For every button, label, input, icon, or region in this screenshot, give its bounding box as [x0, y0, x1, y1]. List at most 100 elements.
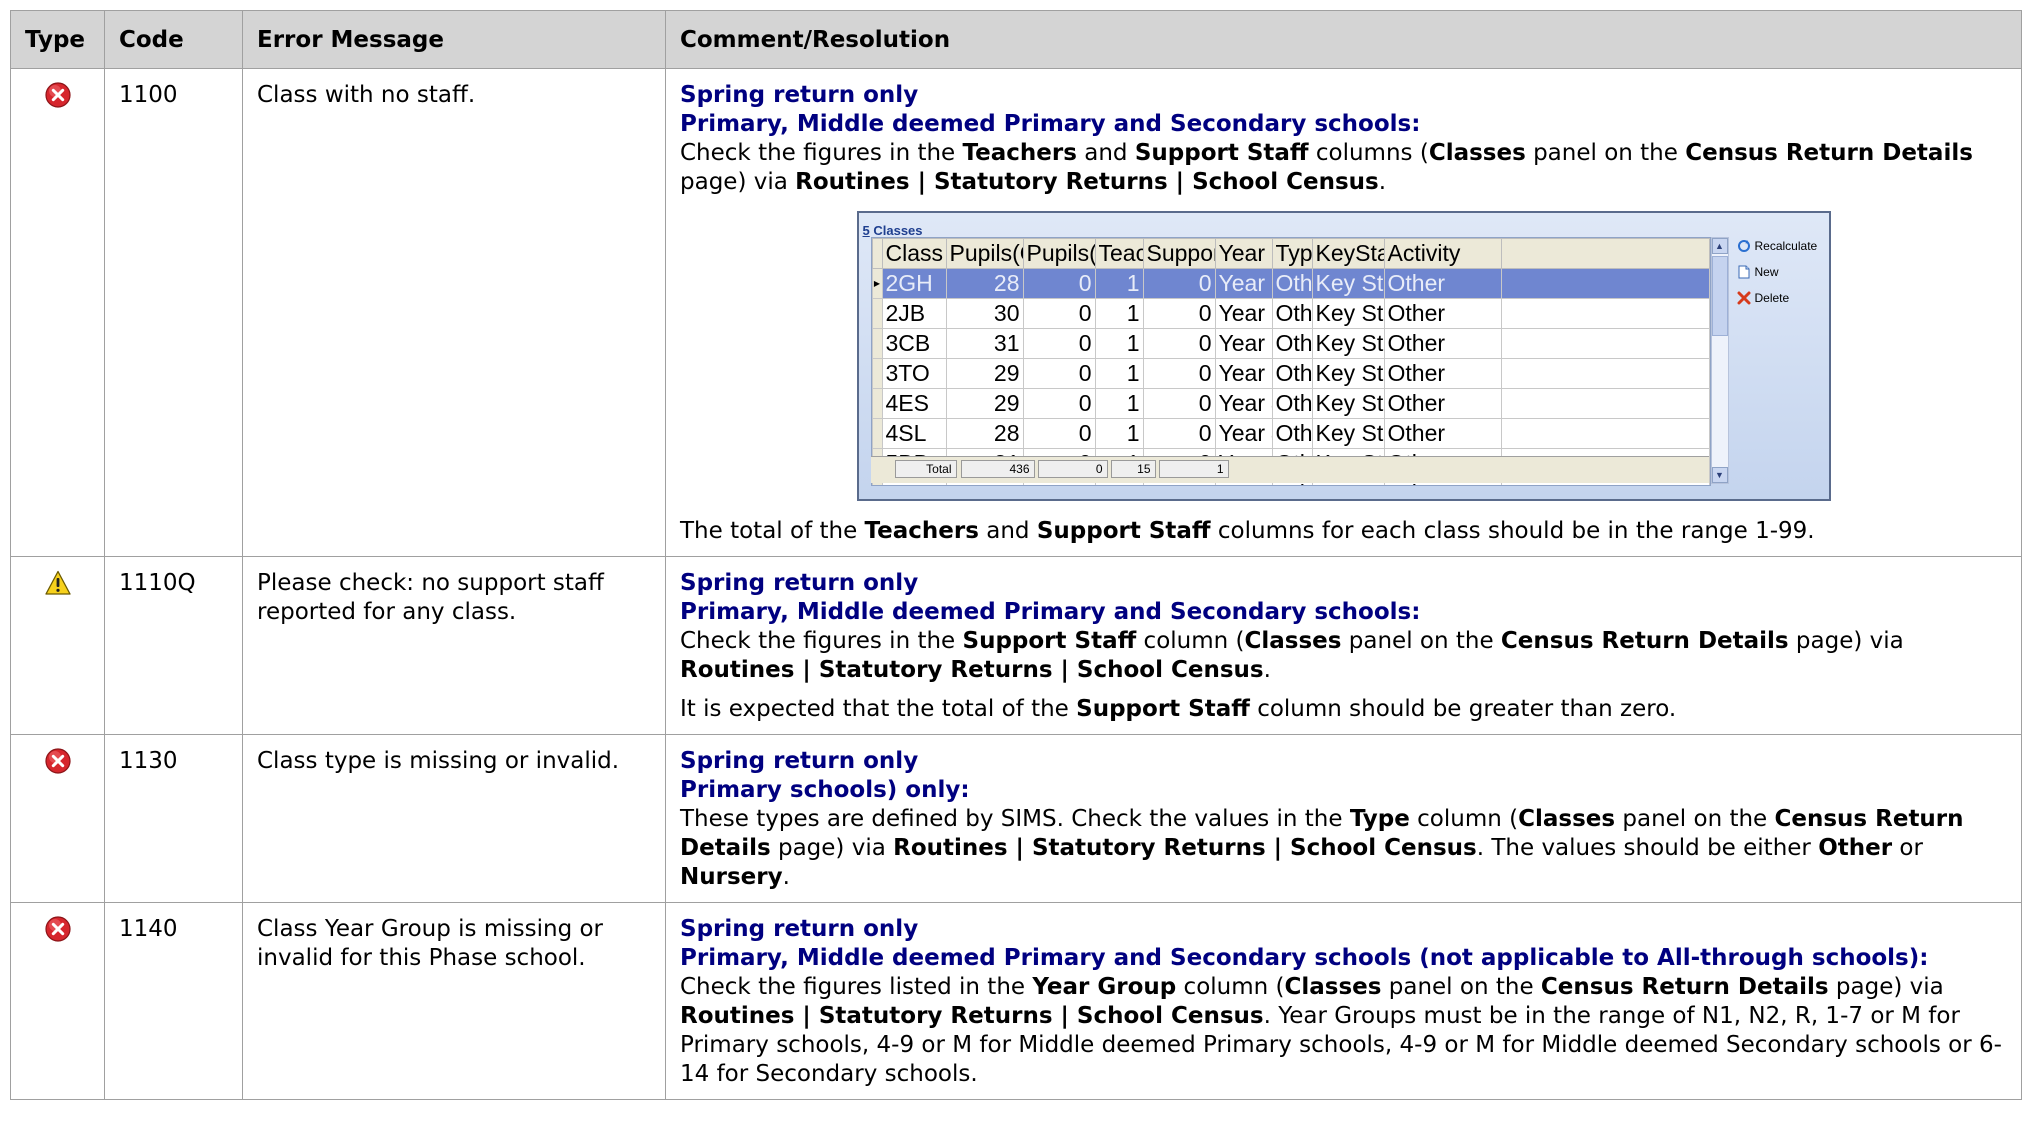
- grid-cell[interactable]: 3TO: [881, 358, 947, 389]
- grid-column-header[interactable]: KeyStage: [1311, 238, 1385, 269]
- school-phase-heading: Primary, Middle deemed Primary and Secon…: [680, 111, 1421, 137]
- grid-cell[interactable]: 0: [1142, 268, 1216, 299]
- grid-cell[interactable]: 0: [1022, 388, 1096, 419]
- grid-row[interactable]: 3CB31010Year 3OtherKey Stage 2Other: [871, 328, 1710, 359]
- grid-cell[interactable]: 0: [1022, 268, 1096, 299]
- grid-row[interactable]: 3TO29010Year 3OtherKey Stage 2Other: [871, 358, 1710, 389]
- grid-cell[interactable]: 0: [1022, 418, 1096, 449]
- grid-cell[interactable]: 4ES: [881, 388, 947, 419]
- grid-cell[interactable]: 0: [1142, 328, 1216, 359]
- grid-cell[interactable]: Other: [1271, 298, 1313, 329]
- total-teachers: 15: [1110, 460, 1156, 478]
- grid-column-header[interactable]: Support Staff: [1142, 238, 1216, 269]
- grid-cell[interactable]: Year 4: [1214, 388, 1273, 419]
- grid-cell[interactable]: 0: [1022, 358, 1096, 389]
- text-fragment: It is expected that the total of the: [680, 696, 1077, 722]
- grid-row[interactable]: ▶2GH28010Year 2OtherKey Stage 1Other: [871, 268, 1710, 299]
- grid-filler: [1500, 268, 1710, 299]
- text-fragment: and: [978, 518, 1037, 544]
- grid-cell[interactable]: 29: [945, 358, 1024, 389]
- grid-cell[interactable]: 30: [945, 298, 1024, 329]
- grid-column-header[interactable]: Year Group: [1214, 238, 1273, 269]
- grid-cell[interactable]: 2GH: [881, 268, 947, 299]
- grid-cell[interactable]: Other: [1383, 328, 1502, 359]
- text-fragment: page) via: [1788, 628, 1904, 654]
- grid-cell[interactable]: 28: [945, 418, 1024, 449]
- code-cell: 1110Q: [104, 556, 243, 735]
- grid-cell[interactable]: 0: [1142, 298, 1216, 329]
- grid-cell[interactable]: Key Stage 2: [1311, 328, 1385, 359]
- grid-cell[interactable]: 1: [1094, 418, 1144, 449]
- grid-cell[interactable]: Other: [1383, 418, 1502, 449]
- grid-cell[interactable]: Other: [1383, 268, 1502, 299]
- grid-column-header[interactable]: Pupils(Guest): [1022, 238, 1096, 269]
- grid-column-header[interactable]: Pupils(On Roll): [945, 238, 1024, 269]
- error-row: 1140 Class Year Group is missing or inval…: [10, 902, 2022, 1100]
- grid-cell[interactable]: Year 2: [1214, 268, 1273, 299]
- grid-column-header[interactable]: Class Name: [881, 238, 947, 269]
- grid-cell[interactable]: 29: [945, 388, 1024, 419]
- resolution-text: Check the figures in the Teachers and Su…: [680, 139, 2007, 197]
- grid-cell[interactable]: Other: [1383, 358, 1502, 389]
- grid-scrollbar[interactable]: ▲ ▼: [1710, 237, 1729, 484]
- grid-row[interactable]: 4ES29010Year 4OtherKey Stage 2Other: [871, 388, 1710, 419]
- grid-cell[interactable]: Other: [1271, 418, 1313, 449]
- grid-cell[interactable]: 1: [1094, 388, 1144, 419]
- grid-cell[interactable]: 1: [1094, 328, 1144, 359]
- row-indicator: [871, 418, 883, 449]
- grid-row[interactable]: 4SL28010Year 4OtherKey Stage 2Other: [871, 418, 1710, 449]
- grid-column-header[interactable]: Teachers: [1094, 238, 1144, 269]
- grid-cell[interactable]: Key Stage 1: [1311, 268, 1385, 299]
- grid-cell[interactable]: 0: [1022, 298, 1096, 329]
- grid-cell[interactable]: 0: [1142, 418, 1216, 449]
- grid-cell[interactable]: Other: [1271, 358, 1313, 389]
- grid-cell[interactable]: 28: [945, 268, 1024, 299]
- grid-cell[interactable]: Year 3: [1214, 328, 1273, 359]
- grid-cell[interactable]: Year 2: [1214, 298, 1273, 329]
- row-indicator: [871, 358, 883, 389]
- grid-cell[interactable]: Other: [1271, 268, 1313, 299]
- grid-cell[interactable]: 0: [1142, 358, 1216, 389]
- grid-cell[interactable]: Other: [1383, 388, 1502, 419]
- grid-cell[interactable]: Key Stage 2: [1311, 358, 1385, 389]
- grid-cell[interactable]: Key Stage 2: [1311, 418, 1385, 449]
- action-label: New: [1754, 265, 1779, 279]
- grid-cell[interactable]: Key Stage 2: [1311, 388, 1385, 419]
- grid-column-header[interactable]: Type: [1271, 238, 1313, 269]
- grid-row[interactable]: 2JB30010Year 2OtherKey Stage 1Other: [871, 298, 1710, 329]
- text-fragment: .: [1378, 169, 1387, 195]
- resolution-text: Check the figures listed in the Year Gro…: [680, 973, 2007, 1089]
- text-fragment: panel on the: [1525, 140, 1686, 166]
- grid-cell[interactable]: Year 4: [1214, 418, 1273, 449]
- grid-cell[interactable]: Key Stage 1: [1311, 298, 1385, 329]
- grid-cell[interactable]: 4SL: [881, 418, 947, 449]
- grid-cell[interactable]: Year 3: [1214, 358, 1273, 389]
- scroll-up-icon[interactable]: ▲: [1711, 238, 1728, 254]
- grid-cell[interactable]: 1: [1094, 268, 1144, 299]
- action-new-button[interactable]: New: [1737, 259, 1818, 285]
- error-message-cell: Please check: no support staff reported …: [242, 556, 666, 735]
- type-cell: [10, 556, 105, 735]
- grid-cell[interactable]: 1: [1094, 298, 1144, 329]
- grid-cell[interactable]: Other: [1271, 328, 1313, 359]
- grid-cell[interactable]: Other: [1383, 298, 1502, 329]
- bold-term: Routines | Statutory Returns | School Ce…: [795, 169, 1379, 195]
- grid-cell[interactable]: Other: [1271, 388, 1313, 419]
- bold-term: Teachers: [962, 140, 1077, 166]
- action-delete-button[interactable]: Delete: [1737, 285, 1818, 311]
- action-recalculate-button[interactable]: Recalculate: [1737, 233, 1817, 259]
- text-fragment: column (: [1176, 974, 1285, 1000]
- grid-cell[interactable]: 3CB: [881, 328, 947, 359]
- scroll-thumb[interactable]: [1711, 256, 1728, 336]
- grid-cell[interactable]: 1: [1094, 358, 1144, 389]
- grid-cell[interactable]: 0: [1142, 388, 1216, 419]
- totals-bar: Total 436 0 15 1: [870, 456, 1709, 483]
- error-row: 1100 Class with no staff. Spring return on…: [10, 68, 2022, 557]
- grid-cell[interactable]: 0: [1022, 328, 1096, 359]
- error-icon: [44, 82, 71, 108]
- text-fragment: page) via: [680, 169, 796, 195]
- grid-cell[interactable]: 31: [945, 328, 1024, 359]
- grid-cell[interactable]: 2JB: [881, 298, 947, 329]
- scroll-down-icon[interactable]: ▼: [1711, 467, 1728, 483]
- grid-column-header[interactable]: Activity: [1383, 238, 1502, 269]
